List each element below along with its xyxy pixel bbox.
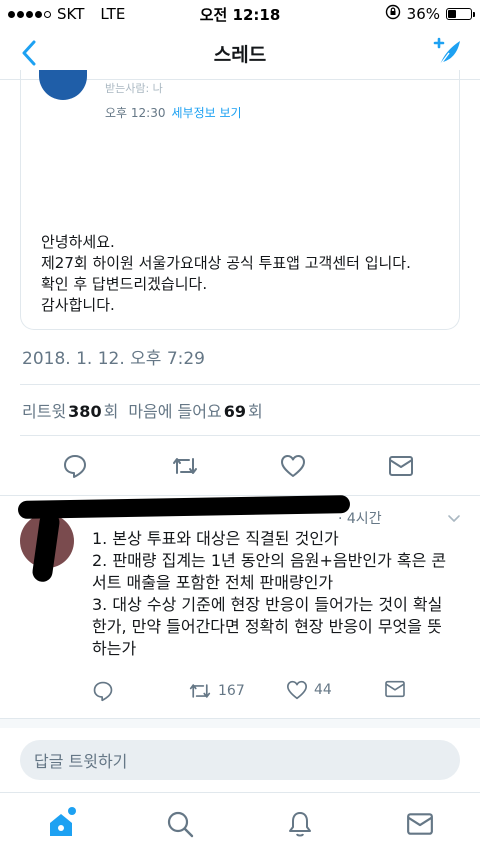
card-line: 제27회 하이원 서울가요대상 공식 투표앱 고객센터 입니다. [41, 254, 411, 272]
reply-input[interactable]: 답글 트윗하기 [20, 740, 460, 780]
reply-dm-button[interactable] [384, 680, 406, 698]
signal-strength-icon [8, 10, 51, 18]
reply-retweet-count: 167 [218, 683, 245, 699]
reply-like-count: 44 [314, 682, 332, 698]
tweet-stats: 리트윗 380 회 마음에 들어요 69 회 [22, 398, 263, 422]
reply-reply-button[interactable] [92, 680, 114, 702]
tab-bar [0, 792, 480, 854]
reply-input-placeholder: 답글 트윗하기 [34, 752, 128, 771]
tab-notifications[interactable] [283, 807, 317, 841]
rotation-lock-icon [385, 4, 401, 24]
battery-icon [446, 8, 475, 20]
compose-feather-icon [433, 37, 460, 66]
card-recipient: 받는사람: 나 [105, 82, 163, 95]
heart-icon [287, 680, 307, 700]
like-unit: 회 [247, 402, 263, 421]
divider [0, 495, 480, 496]
back-button[interactable] [14, 38, 44, 68]
heart-icon [281, 455, 305, 477]
quoted-message-card[interactable]: 받는사람: 나 오후 12:30 세부정보 보기 안녕하세요. 제27회 하이원… [20, 70, 460, 330]
reply-retweet-button[interactable]: 167 [188, 680, 245, 702]
retweet-stat[interactable]: 리트윗 380 회 [22, 398, 118, 422]
section-divider [0, 718, 480, 728]
reply-line: 2. 판매량 집계는 1년 동안의 음원+음반인가 혹은 콘 [92, 551, 447, 570]
mail-icon [407, 813, 433, 835]
reply-line: 3. 대상 수상 기준에 현장 반응이 들어가는 것이 확실 [92, 595, 443, 614]
tweet-date: 2018. 1. 12. 오후 7:29 [22, 349, 205, 369]
reply-like-button[interactable]: 44 [286, 680, 332, 700]
divider [20, 435, 480, 436]
reply-time: · 4시간 [338, 511, 382, 527]
reply-actions: 167 44 [0, 680, 480, 706]
reply-icon [64, 455, 86, 478]
retweet-button[interactable] [170, 451, 200, 481]
retweet-icon [173, 458, 197, 474]
card-line: 확인 후 답변드리겠습니다. [41, 275, 208, 293]
battery-percent: 36% [406, 5, 440, 23]
details-link[interactable]: 세부정보 보기 [171, 104, 241, 121]
reply-button[interactable] [60, 451, 90, 481]
reply-line: 1. 본상 투표와 대상은 직결된 것인가 [92, 529, 339, 548]
retweet-icon [189, 684, 211, 698]
like-count: 69 [223, 402, 246, 421]
card-message-body: 안녕하세요. 제27회 하이원 서울가요대상 공식 투표앱 고객센터 입니다. … [41, 232, 451, 316]
like-stat[interactable]: 마음에 들어요 69 회 [128, 398, 262, 422]
search-icon [167, 811, 194, 838]
tab-messages[interactable] [403, 807, 437, 841]
card-line: 감사합니다. [41, 296, 115, 314]
card-line: 안녕하세요. [41, 233, 115, 251]
tab-home[interactable] [44, 807, 78, 841]
reply-line: 한가, 만약 들어간다면 정확히 현장 반응이 무엇을 뜻 [92, 617, 442, 636]
reply-icon [93, 681, 113, 702]
reply-line: 하는가 [92, 639, 137, 658]
bell-icon [289, 812, 311, 837]
divider [20, 384, 480, 385]
mail-icon [385, 680, 405, 698]
network-label: LTE [100, 5, 126, 23]
chevron-left-icon [22, 40, 36, 66]
mail-icon [389, 456, 413, 476]
carrier-label: SKT [57, 5, 85, 23]
avatar [39, 70, 87, 100]
retweet-count: 380 [68, 402, 102, 421]
like-label: 마음에 들어요 [128, 402, 222, 421]
compose-tweet-button[interactable] [430, 36, 464, 70]
redaction-mark [17, 495, 351, 519]
status-bar: SKT LTE 오전 12:18 36% [0, 0, 480, 28]
card-time: 오후 12:30 [105, 106, 166, 120]
reply-line: 서트 매출을 포함한 전체 판매량인가 [92, 573, 334, 592]
retweet-label: 리트윗 [22, 402, 67, 421]
chevron-down-icon[interactable] [446, 510, 462, 526]
tab-search[interactable] [163, 807, 197, 841]
direct-message-button[interactable] [386, 451, 416, 481]
like-button[interactable] [278, 451, 308, 481]
reply-text: 1. 본상 투표와 대상은 직결된 것인가 2. 판매량 집계는 1년 동안의 … [92, 528, 468, 660]
notification-dot [68, 807, 76, 815]
retweet-unit: 회 [103, 402, 119, 421]
tweet-actions [0, 445, 480, 489]
page-title: 스레드 [213, 44, 267, 66]
